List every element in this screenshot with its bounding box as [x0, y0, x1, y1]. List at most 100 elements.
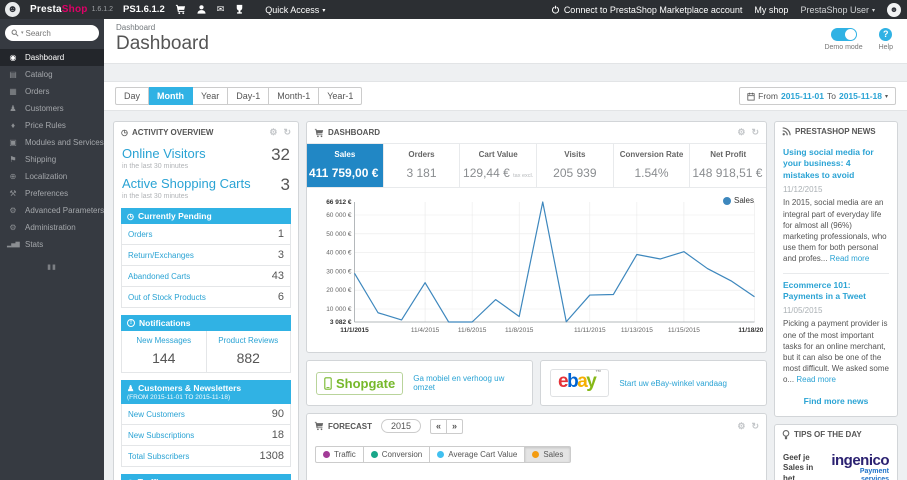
- svg-text:60 000 €: 60 000 €: [326, 212, 352, 219]
- tab-year-minus-1[interactable]: Year-1: [319, 87, 363, 105]
- sidebar-item-customers[interactable]: ♟ Customers: [0, 100, 104, 117]
- total-subscribers-row[interactable]: Total Subscribers 1308: [122, 446, 290, 466]
- quick-access-menu[interactable]: Quick Access ▾: [265, 5, 325, 15]
- tab-month-minus-1[interactable]: Month-1: [269, 87, 320, 105]
- read-more-link[interactable]: Read more: [796, 375, 836, 384]
- sidebar-item-stats[interactable]: ▂▅▇ Stats: [0, 236, 104, 253]
- online-visitors-sub: in the last 30 minutes: [122, 163, 189, 170]
- active-carts-row[interactable]: Active Shopping Carts 3: [114, 173, 298, 193]
- my-shop-link[interactable]: My shop: [754, 5, 788, 15]
- sidebar-item-label: Customers: [25, 104, 64, 113]
- panel-refresh-icon[interactable]: ↻: [283, 127, 291, 138]
- sidebar-item-catalog[interactable]: ▤ Catalog: [0, 66, 104, 83]
- read-more-link[interactable]: Read more: [830, 254, 870, 263]
- demo-mode-toggle[interactable]: [830, 28, 857, 41]
- abandoned-carts-row[interactable]: Abandoned Carts 43: [122, 266, 290, 287]
- metric-visits[interactable]: Visits 205 939: [537, 144, 614, 187]
- forecast-legend-conversion[interactable]: Conversion: [363, 445, 431, 463]
- cart-icon[interactable]: [175, 4, 186, 15]
- quick-access-label: Quick Access: [265, 4, 320, 15]
- forecast-prev-button[interactable]: «: [430, 419, 448, 434]
- rss-icon: [782, 127, 791, 136]
- to-date: 2015-11-18: [838, 91, 882, 101]
- metric-cart-value[interactable]: Cart Value 129,44 € tax excl.: [460, 144, 538, 187]
- active-carts-link[interactable]: Active Shopping Carts: [122, 176, 251, 191]
- marketplace-link[interactable]: Connect to PrestaShop Marketplace accoun…: [551, 5, 742, 15]
- tab-year[interactable]: Year: [193, 87, 229, 105]
- sidebar-item-dashboard[interactable]: ◉ Dashboard: [0, 49, 104, 66]
- shop-name[interactable]: PS1.6.1.2: [123, 4, 165, 15]
- sidebar-item-advanced-parameters[interactable]: ⚙ Advanced Parameters: [0, 202, 104, 219]
- conversion-dot: [370, 450, 378, 458]
- traffic-section: ⊕ Traffic (FROM 2015-11-01 TO 2015-11-18…: [121, 474, 291, 480]
- trophy-icon[interactable]: [234, 4, 245, 15]
- shopgate-module-card[interactable]: Shopgate Ga mobiel en verhoog uw omzet: [306, 360, 533, 406]
- user-avatar[interactable]: ☻: [887, 2, 901, 17]
- brand-shop: Shop: [61, 4, 88, 15]
- search-scope-caret-icon[interactable]: ▾: [21, 30, 24, 36]
- metric-orders[interactable]: Orders 3 181: [384, 144, 461, 187]
- sales-dot: [532, 450, 540, 458]
- sidebar-item-administration[interactable]: ⚙ Administration: [0, 219, 104, 236]
- panel-title: ACTIVITY OVERVIEW: [131, 128, 214, 137]
- sidebar-item-orders[interactable]: ▦ Orders: [0, 83, 104, 100]
- sidebar-item-label: Preferences: [25, 189, 69, 198]
- sidebar-item-localization[interactable]: ⊕ Localization: [0, 168, 104, 185]
- ebay-module-card[interactable]: ebay™ Start uw eBay-winkel vandaag: [540, 360, 767, 406]
- date-range-picker[interactable]: From 2015-11-01 To 2015-11-18 ▾: [739, 87, 896, 105]
- new-subscriptions-row[interactable]: New Subscriptions 18: [122, 425, 290, 446]
- sidebar-item-preferences[interactable]: ⚒ Preferences: [0, 185, 104, 202]
- chart-legend[interactable]: Sales: [722, 196, 754, 205]
- new-messages-cell[interactable]: New Messages 144: [122, 331, 207, 372]
- news-article-title[interactable]: Using social media for your business: 4 …: [783, 147, 889, 181]
- forecast-next-button[interactable]: »: [447, 419, 464, 434]
- sidebar-item-shipping[interactable]: ⚑ Shipping: [0, 151, 104, 168]
- notifications-section: ! Notifications New Messages 144 Product…: [121, 315, 291, 373]
- tab-day-minus-1[interactable]: Day-1: [228, 87, 270, 105]
- from-date: 2015-11-01: [780, 91, 824, 101]
- sidebar-collapse-icon[interactable]: ▮▮: [0, 263, 104, 271]
- help-button[interactable]: ?: [879, 28, 893, 41]
- metric-sales[interactable]: Sales 411 759,00 € tax excl.: [307, 144, 384, 187]
- new-customers-row[interactable]: New Customers 90: [122, 404, 290, 425]
- panel-settings-icon[interactable]: ⚙: [737, 127, 745, 138]
- tab-month[interactable]: Month: [149, 87, 194, 105]
- forecast-legend-traffic[interactable]: Traffic: [315, 445, 364, 463]
- news-article-title[interactable]: Ecommerce 101: Payments in a Tweet: [783, 280, 889, 303]
- brand[interactable]: PrestaShop: [30, 4, 88, 15]
- ebay-link[interactable]: Start uw eBay-winkel vandaag: [619, 379, 727, 388]
- forecast-year[interactable]: 2015: [381, 419, 422, 434]
- prestashop-logo-icon[interactable]: ☻: [5, 2, 20, 17]
- section-subtitle: (FROM 2015-11-01 TO 2015-11-18): [127, 394, 231, 401]
- breadcrumb[interactable]: Dashboard: [116, 23, 895, 32]
- pending-returns-row[interactable]: Return/Exchanges 3: [122, 245, 290, 266]
- pending-orders-row[interactable]: Orders 1: [122, 224, 290, 245]
- shopgate-link[interactable]: Ga mobiel en verhoog uw omzet: [413, 374, 523, 392]
- forecast-legend: Traffic Conversion Average Cart Value Sa…: [307, 439, 766, 472]
- user-menu[interactable]: PrestaShop User ▾: [800, 5, 875, 15]
- find-more-news-link[interactable]: Find more news: [783, 386, 889, 410]
- customers-icon[interactable]: [196, 4, 207, 15]
- online-visitors-link[interactable]: Online Visitors: [122, 146, 206, 161]
- active-carts-sub: in the last 30 minutes: [122, 193, 189, 200]
- product-reviews-cell[interactable]: Product Reviews 882: [207, 331, 291, 372]
- search-input[interactable]: [25, 28, 78, 38]
- out-of-stock-row[interactable]: Out of Stock Products 6: [122, 287, 290, 307]
- news-article-date: 11/12/2015: [783, 185, 823, 195]
- sidebar-item-price-rules[interactable]: ♦ Price Rules: [0, 117, 104, 134]
- forecast-legend-sales[interactable]: Sales: [525, 445, 572, 463]
- panel-settings-icon[interactable]: ⚙: [737, 421, 745, 432]
- metric-conversion-rate[interactable]: Conversion Rate 1.54%: [614, 144, 691, 187]
- panel-settings-icon[interactable]: ⚙: [269, 127, 277, 138]
- chevron-down-icon: ▾: [322, 7, 326, 14]
- online-visitors-row[interactable]: Online Visitors 32: [114, 143, 298, 163]
- messages-icon[interactable]: ✉: [217, 4, 225, 15]
- tab-day[interactable]: Day: [115, 87, 150, 105]
- forecast-legend-average-cart-value[interactable]: Average Cart Value: [430, 445, 526, 463]
- sidebar-search[interactable]: ▾: [5, 25, 99, 41]
- sales-chart-container: 66 912 € 60 000 € 50 000 € 40 000 € 30 000 €…: [307, 188, 766, 352]
- panel-refresh-icon[interactable]: ↻: [751, 127, 759, 138]
- sidebar-item-modules-and-services[interactable]: ▣ Modules and Services: [0, 134, 104, 151]
- metric-net-profit[interactable]: Net Profit 148 918,51 € tax excl.: [690, 144, 766, 187]
- panel-refresh-icon[interactable]: ↻: [751, 421, 759, 432]
